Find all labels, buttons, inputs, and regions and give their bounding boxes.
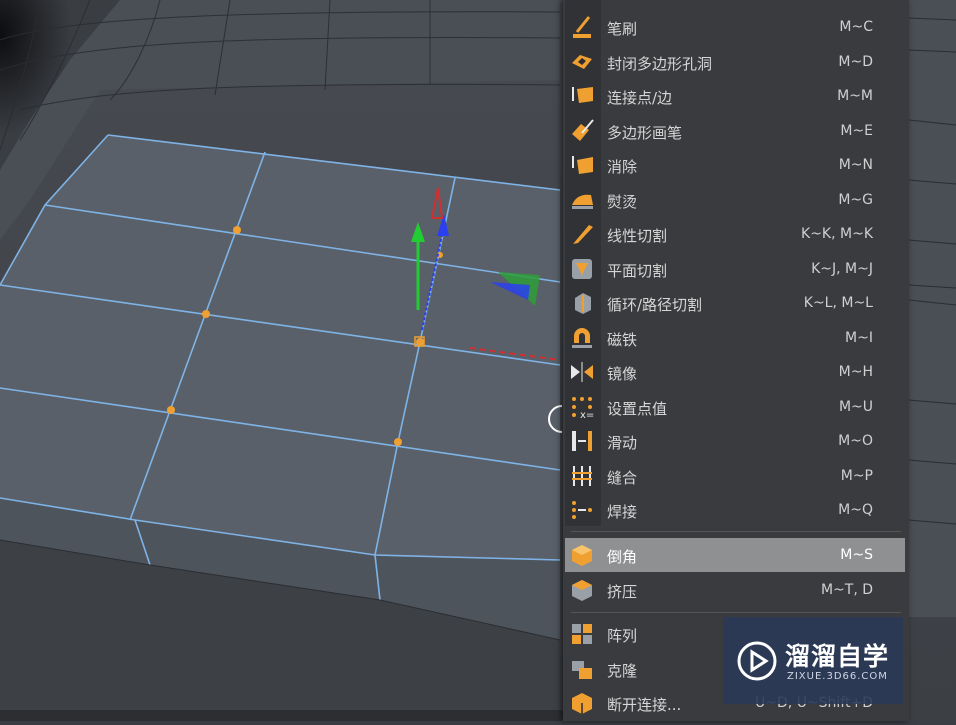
menu-item-label: 熨烫 [607, 192, 638, 211]
menu-item-shortcut: M~N [838, 157, 873, 173]
menu-item-slide[interactable]: 滑动 M~O [565, 424, 905, 458]
menu-item-shortcut: M~P [840, 467, 873, 484]
menu-item-dissolve[interactable]: 消除 M~N [565, 148, 905, 182]
menu-item-partial-top [565, 0, 905, 8]
brush-icon [569, 14, 595, 40]
polygon-pen-icon [569, 118, 595, 144]
menu-separator [571, 531, 901, 532]
menu-item-label: 倒角 [607, 548, 638, 566]
extrude-icon [569, 577, 595, 603]
play-logo-icon [737, 641, 777, 681]
viewport-bottom-bar [0, 710, 563, 721]
menu-item-polygon-pen[interactable]: 多边形画笔 M~E [565, 114, 905, 148]
menu-item-label: 阵列 [607, 627, 638, 645]
watermark-url: ZIXUE.3D66.COM [787, 671, 888, 682]
menu-item-shortcut: M~O [838, 433, 873, 449]
menu-item-label: 滑动 [607, 434, 638, 452]
menu-item-connect[interactable]: 连接点/边 M~M [565, 79, 905, 113]
menu-item-shortcut: M~C [839, 19, 873, 35]
menu-item-loop-cut[interactable]: 循环/路径切割 K~L, M~L [565, 286, 905, 320]
menu-item-shortcut: M~D [838, 53, 873, 70]
menu-item-extrude[interactable]: 挤压 M~T, D [565, 573, 905, 607]
mirror-icon [569, 359, 595, 385]
menu-item-label: 封闭多边形孔洞 [607, 54, 713, 73]
menu-item-iron[interactable]: 熨烫 M~G [565, 183, 905, 217]
menu-item-label: 设置点值 [607, 399, 668, 418]
disconnect-icon [569, 690, 595, 716]
menu-item-shortcut: M~M [837, 88, 873, 104]
menu-item-label: 磁铁 [607, 330, 638, 349]
array-icon [569, 621, 595, 647]
menu-item-label: 循环/路径切割 [607, 296, 703, 314]
menu-item-weld[interactable]: 焊接 M~Q [565, 493, 905, 527]
menu-item-set-point[interactable]: x= 设置点值 M~U [565, 390, 905, 424]
menu-item-shortcut: M~U [838, 398, 873, 415]
menu-item-knife[interactable]: 线性切割 K~K, M~K [565, 217, 905, 251]
magnet-icon [569, 325, 595, 351]
menu-item-shortcut: K~L, M~L [803, 295, 873, 311]
menu-item-brush[interactable]: 笔刷 M~C [565, 10, 905, 44]
menu-item-stitch[interactable]: 缝合 M~P [565, 459, 905, 493]
menu-item-bevel[interactable]: 倒角 M~S [565, 538, 905, 572]
connect-icon [569, 83, 595, 109]
menu-item-label: 缝合 [607, 468, 638, 487]
bevel-icon [569, 542, 595, 568]
menu-item-shortcut: M~S [840, 547, 873, 563]
menu-separator [571, 612, 901, 613]
menu-item-label: 焊接 [607, 503, 638, 521]
menu-item-label: 平面切割 [607, 261, 668, 280]
menu-item-shortcut: M~G [838, 191, 873, 208]
menu-item-label: 克隆 [607, 661, 638, 680]
knife-icon [569, 221, 595, 247]
loop-cut-icon [569, 290, 595, 316]
menu-item-mirror[interactable]: 镜像 M~H [565, 355, 905, 389]
menu-item-magnet[interactable]: 磁铁 M~I [565, 321, 905, 355]
menu-item-label: 笔刷 [607, 20, 638, 38]
slide-icon [569, 428, 595, 454]
menu-item-plane-cut[interactable]: 平面切割 K~J, M~J [565, 252, 905, 286]
menu-item-shortcut: K~J, M~J [811, 260, 873, 277]
set-point-icon: x= [569, 394, 595, 421]
menu-item-label: 连接点/边 [607, 89, 673, 107]
close-hole-icon [569, 49, 595, 75]
menu-item-shortcut: M~H [838, 364, 873, 380]
menu-item-label: 消除 [607, 158, 638, 176]
menu-item-label: 线性切割 [607, 227, 668, 245]
dissolve-icon [569, 152, 595, 178]
menu-item-close-hole[interactable]: 封闭多边形孔洞 M~D [565, 45, 905, 79]
weld-icon [569, 497, 595, 523]
menu-item-label: 镜像 [607, 365, 638, 383]
iron-icon [569, 187, 595, 213]
watermark: 溜溜自学 ZIXUE.3D66.COM [723, 617, 903, 704]
menu-item-label: 多边形画笔 [607, 123, 683, 142]
menu-item-shortcut: M~E [840, 122, 873, 139]
menu-item-shortcut: M~I [845, 329, 873, 346]
mesh-tools-menu: 笔刷 M~C 封闭多边形孔洞 M~D 连接点/边 M~M 多边形画笔 M~E 消除 M~N 熨烫 M~… [563, 0, 909, 721]
menu-item-shortcut: M~T, D [820, 581, 873, 598]
menu-item-shortcut: K~K, M~K [801, 226, 873, 242]
clone-icon [569, 656, 595, 682]
menu-item-shortcut: M~Q [838, 502, 873, 518]
watermark-title: 溜溜自学 [785, 642, 890, 671]
menu-item-label: 挤压 [607, 582, 638, 601]
menu-item-label: 断开连接... [607, 696, 682, 714]
stitch-icon [569, 463, 595, 489]
plane-cut-icon [569, 256, 595, 282]
svg-text:x=: x= [580, 410, 594, 420]
